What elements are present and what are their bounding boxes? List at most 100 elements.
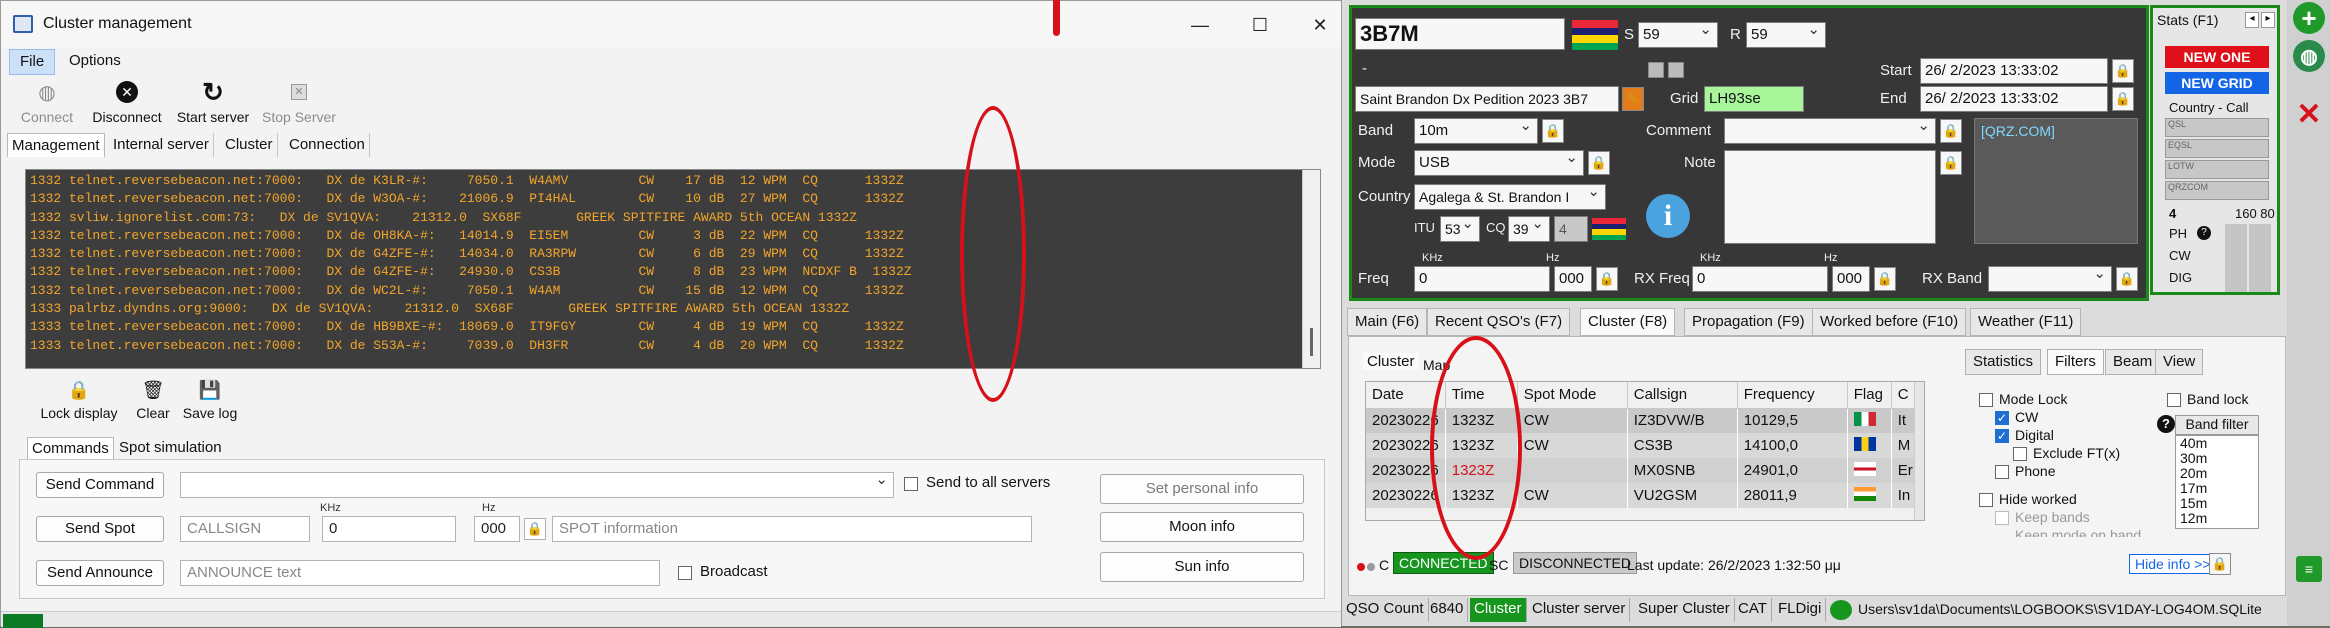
rst-rcvd-select[interactable]: 59 <box>1746 20 1826 48</box>
moon-info-button[interactable]: Moon info <box>1100 512 1304 542</box>
comment-input[interactable] <box>1724 116 1936 144</box>
tab-spot-simulation[interactable]: Spot simulation <box>115 437 226 459</box>
globe-icon[interactable]: ◍ <box>2293 40 2325 72</box>
tab-propagation[interactable]: Propagation (F9) <box>1684 308 1813 336</box>
save-log-button[interactable]: 💾 Save log <box>179 379 241 422</box>
spot-khz-input[interactable]: 0 <box>322 516 456 542</box>
band-select[interactable]: 10m <box>1414 116 1538 144</box>
send-spot-button[interactable]: Send Spot <box>36 516 164 542</box>
tab-beam[interactable]: Beam <box>2105 349 2161 375</box>
rxfreq-khz-input[interactable]: 0 <box>1692 266 1828 292</box>
menu-icon[interactable]: ≡ <box>2296 556 2322 582</box>
maximize-icon[interactable]: ☐ <box>1237 9 1283 41</box>
menu-file[interactable]: File <box>9 49 56 75</box>
edit-icon[interactable]: ✎ <box>1622 87 1644 111</box>
tab-cluster[interactable]: Cluster <box>221 133 278 157</box>
help-icon[interactable]: ? <box>2197 226 2211 240</box>
lock-icon[interactable]: 🔒 <box>2209 553 2231 575</box>
fldigi-indicator[interactable]: FLDigi <box>1774 598 1827 622</box>
spot-info-input[interactable]: SPOT information <box>552 516 1032 542</box>
col-frequency[interactable]: Frequency <box>1737 382 1848 409</box>
subtab-cluster[interactable]: Cluster <box>1363 353 1419 370</box>
qrz-link[interactable]: [QRZ.COM] <box>1975 119 2137 143</box>
lock-icon[interactable]: 🔒 <box>1588 151 1610 175</box>
lock-icon[interactable]: 🔒 <box>1940 119 1962 143</box>
lock-icon[interactable]: 🔒 <box>1542 119 1564 143</box>
freq-khz-input[interactable]: 0 <box>1414 266 1550 292</box>
col-flag[interactable]: Flag <box>1847 382 1892 409</box>
lock-icon[interactable]: 🔒 <box>1596 267 1618 291</box>
announce-input[interactable]: ANNOUNCE text <box>180 560 660 586</box>
cw-checkbox[interactable]: ✓ <box>1995 411 2009 425</box>
option-box[interactable] <box>1668 62 1684 78</box>
table-scrollbar[interactable] <box>1914 382 1924 520</box>
band-filter-list[interactable]: 40m 30m 20m 17m 15m 12m <box>2175 435 2259 529</box>
tab-weather[interactable]: Weather (F11) <box>1970 308 2082 336</box>
clear-button[interactable]: 🗑 Clear <box>131 379 175 422</box>
console-scrollbar[interactable] <box>1302 170 1320 368</box>
hide-info-button[interactable]: Hide info >> <box>2129 554 2217 574</box>
connect-button[interactable]: ◍ Connect <box>17 79 77 126</box>
tab-internal-server[interactable]: Internal server <box>109 133 214 157</box>
tab-connection[interactable]: Connection <box>285 133 370 157</box>
info-icon[interactable]: i <box>1646 194 1690 238</box>
mode-select[interactable]: USB <box>1414 148 1584 176</box>
prev-icon[interactable]: ◂ <box>2245 12 2259 28</box>
close-icon[interactable]: ✕ <box>1297 9 1343 41</box>
cluster-server-indicator[interactable]: Cluster server <box>1528 598 1631 622</box>
cq-select[interactable]: 39 <box>1508 214 1550 242</box>
send-announce-button[interactable]: Send Announce <box>36 560 164 586</box>
phone-checkbox[interactable] <box>1995 465 2009 479</box>
send-command-button[interactable]: Send Command <box>36 472 164 498</box>
lock-icon[interactable]: 🔒 <box>524 518 546 540</box>
tab-commands[interactable]: Commands <box>27 437 114 459</box>
tab-cluster-f8[interactable]: Cluster (F8) <box>1580 308 1676 336</box>
end-datetime[interactable]: 26/ 2/2023 13:33:02 <box>1920 86 2108 112</box>
cluster-console[interactable]: 1332 telnet.reversebeacon.net:7000: DX d… <box>25 169 1321 369</box>
note-input[interactable] <box>1724 150 1936 244</box>
stop-server-button[interactable]: ✕ Stop Server <box>259 79 339 125</box>
spot-callsign-input[interactable]: CALLSIGN <box>180 516 310 542</box>
band-item[interactable]: 40m <box>2176 436 2258 451</box>
option-box[interactable] <box>1648 62 1664 78</box>
scrollbar-thumb[interactable] <box>1310 328 1313 356</box>
col-spot-mode[interactable]: Spot Mode <box>1517 382 1628 409</box>
menu-options[interactable]: Options <box>59 49 131 75</box>
clear-x-icon[interactable]: ✕ <box>2293 98 2325 131</box>
lock-icon[interactable]: 🔒 <box>2112 59 2134 83</box>
add-icon[interactable]: + <box>2293 2 2325 34</box>
col-callsign[interactable]: Callsign <box>1627 382 1738 409</box>
broadcast-checkbox[interactable] <box>678 566 692 580</box>
tab-main[interactable]: Main (F6) <box>1347 308 1428 336</box>
tab-recent-qsos[interactable]: Recent QSO's (F7) <box>1427 308 1571 336</box>
band-item[interactable]: 12m <box>2176 511 2258 526</box>
rxband-select[interactable] <box>1988 264 2112 292</box>
lock-icon[interactable]: 🔒 <box>2112 87 2134 111</box>
tab-view[interactable]: View <box>2155 349 2204 375</box>
mode-lock-checkbox[interactable] <box>1979 393 1993 407</box>
tab-worked-before[interactable]: Worked before (F10) <box>1812 308 1967 336</box>
digital-checkbox[interactable]: ✓ <box>1995 429 2009 443</box>
itu-select[interactable]: 53 <box>1440 214 1480 242</box>
minimize-icon[interactable]: — <box>1177 9 1223 41</box>
cluster-indicator[interactable]: Cluster <box>1470 598 1527 622</box>
country-select[interactable]: Agalega & St. Brandon I <box>1414 182 1606 210</box>
qth-input[interactable]: Saint Brandon Dx Pedition 2023 3B7 <box>1355 86 1619 112</box>
band-item[interactable]: 17m <box>2176 481 2258 496</box>
command-input[interactable] <box>180 470 894 498</box>
exclude-ft-checkbox[interactable] <box>2013 447 2027 461</box>
rxfreq-hz-input[interactable]: 000 <box>1832 266 1870 292</box>
help-icon[interactable]: ? <box>2157 415 2175 433</box>
tab-filters[interactable]: Filters <box>2047 349 2104 375</box>
rst-sent-select[interactable]: 59 <box>1638 20 1718 48</box>
cat-indicator[interactable]: CAT <box>1734 598 1772 622</box>
band-item[interactable]: 30m <box>2176 451 2258 466</box>
freq-hz-input[interactable]: 000 <box>1554 266 1592 292</box>
band-lock-checkbox[interactable] <box>2167 393 2181 407</box>
start-server-button[interactable]: ↻ Start server <box>173 77 253 126</box>
set-personal-info-button[interactable]: Set personal info <box>1100 474 1304 504</box>
keep-bands-checkbox[interactable] <box>1995 511 2009 525</box>
start-datetime[interactable]: 26/ 2/2023 13:33:02 <box>1920 58 2108 84</box>
band-item[interactable]: 15m <box>2176 496 2258 511</box>
disconnect-button[interactable]: ✕ Disconnect <box>87 79 167 125</box>
